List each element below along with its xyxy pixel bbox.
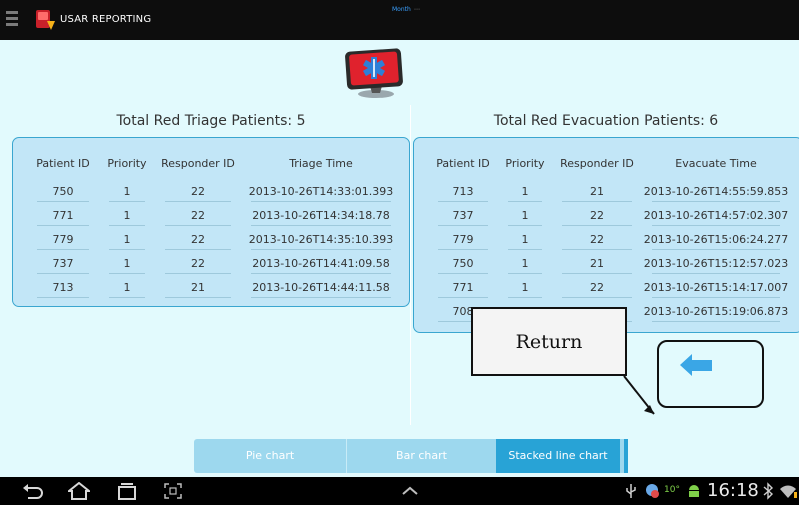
row-separator [438,201,488,202]
row-separator [109,225,145,226]
evacuation-header-row: Patient ID Priority Responder ID Evacuat… [414,152,799,176]
app-title: USAR REPORTING [60,14,152,25]
wifi-icon [780,485,797,498]
evacuation-table: Patient ID Priority Responder ID Evacuat… [413,137,799,333]
table-row: 713 1 21 2013-10-26T14:44:11.58 [13,276,409,300]
row-separator [652,273,780,274]
row-separator [109,273,145,274]
table-row: 750 1 21 2013-10-26T15:12:57.023 [414,252,799,276]
row-separator [652,201,780,202]
row-separator [508,225,542,226]
row-separator [562,249,632,250]
table-row: 737 1 22 2013-10-26T14:41:09.58 [13,252,409,276]
table-row: 779 1 22 2013-10-26T15:06:24.277 [414,228,799,252]
row-separator [562,273,632,274]
row-separator [438,225,488,226]
row-separator [438,273,488,274]
row-separator [37,249,89,250]
row-separator [251,201,391,202]
weather-icon [646,484,659,498]
temperature-readout: 10° [664,485,680,495]
back-nav-icon[interactable] [22,482,44,500]
row-separator [37,273,89,274]
chevron-up-icon[interactable] [399,482,421,500]
evacuation-title: Total Red Evacuation Patients: 6 [493,113,719,129]
return-callout: Return [471,307,627,376]
menu-icon[interactable] [6,11,18,29]
column-header: Responder ID [560,157,634,170]
row-separator [109,201,145,202]
row-separator [165,297,231,298]
row-separator [562,201,632,202]
row-separator [251,273,391,274]
switch-end-cap [624,439,628,473]
action-bar: USAR REPORTING Month ⋯ [0,0,799,40]
row-separator [251,225,391,226]
row-separator [508,249,542,250]
panel-divider [410,105,411,425]
more-icon: ⋯ [413,6,420,13]
row-separator [165,225,231,226]
triage-table: Patient ID Priority Responder ID Triage … [12,137,410,307]
row-separator [508,201,542,202]
period-label: Month [392,6,411,13]
row-separator [109,297,145,298]
row-separator [165,201,231,202]
triage-header-row: Patient ID Priority Responder ID Triage … [13,152,409,176]
column-header: Evacuate Time [675,157,757,170]
row-separator [652,321,780,322]
row-separator [438,297,488,298]
report-content: Total Red Triage Patients: 5 Total Red E… [0,40,799,477]
chart-type-switch: Pie chart Bar chart Stacked line chart [194,439,628,473]
row-separator [37,225,89,226]
column-header: Priority [107,157,147,170]
row-separator [652,297,780,298]
column-header: Patient ID [436,157,490,170]
row-separator [438,249,488,250]
screenshot-icon[interactable] [163,482,183,500]
triage-title: Total Red Triage Patients: 5 [116,113,306,129]
row-separator [508,297,542,298]
back-button[interactable] [657,340,764,408]
return-callout-label: Return [515,331,583,353]
row-separator [165,273,231,274]
row-separator [562,225,632,226]
row-separator [109,249,145,250]
recent-apps-icon[interactable] [116,482,138,500]
row-separator [165,249,231,250]
column-header: Triage Time [289,157,353,170]
row-separator [652,225,780,226]
table-row: 771 1 22 2013-10-26T15:14:17.007 [414,276,799,300]
column-header: Responder ID [161,157,235,170]
medical-monitor-icon [340,46,408,102]
row-separator [37,297,89,298]
row-separator [562,297,632,298]
period-dropdown[interactable]: Month ⋯ [392,6,420,13]
table-row: 779 1 22 2013-10-26T14:35:10.393 [13,228,409,252]
table-row: 771 1 22 2013-10-26T14:34:18.78 [13,204,409,228]
home-nav-icon[interactable] [68,482,90,500]
row-separator [251,297,391,298]
bluetooth-icon [763,482,774,500]
table-row: 713 1 21 2013-10-26T14:55:59.853 [414,180,799,204]
column-header: Priority [505,157,545,170]
row-separator [652,249,780,250]
table-row: 750 1 22 2013-10-26T14:33:01.393 [13,180,409,204]
usb-icon [626,484,636,498]
tab-pie-chart[interactable]: Pie chart [194,439,346,473]
row-separator [251,249,391,250]
table-row: 737 1 22 2013-10-26T14:57:02.307 [414,204,799,228]
tab-stacked-line-chart[interactable]: Stacked line chart [496,439,620,473]
row-separator [508,273,542,274]
android-icon [689,485,699,497]
column-header: Patient ID [36,157,90,170]
tab-bar-chart[interactable]: Bar chart [346,439,496,473]
system-nav-bar: 10° 16:18 [0,477,799,505]
row-separator [37,201,89,202]
back-arrow-icon [680,354,712,376]
status-clock: 16:18 [707,480,759,501]
app-logo-icon [34,8,56,32]
